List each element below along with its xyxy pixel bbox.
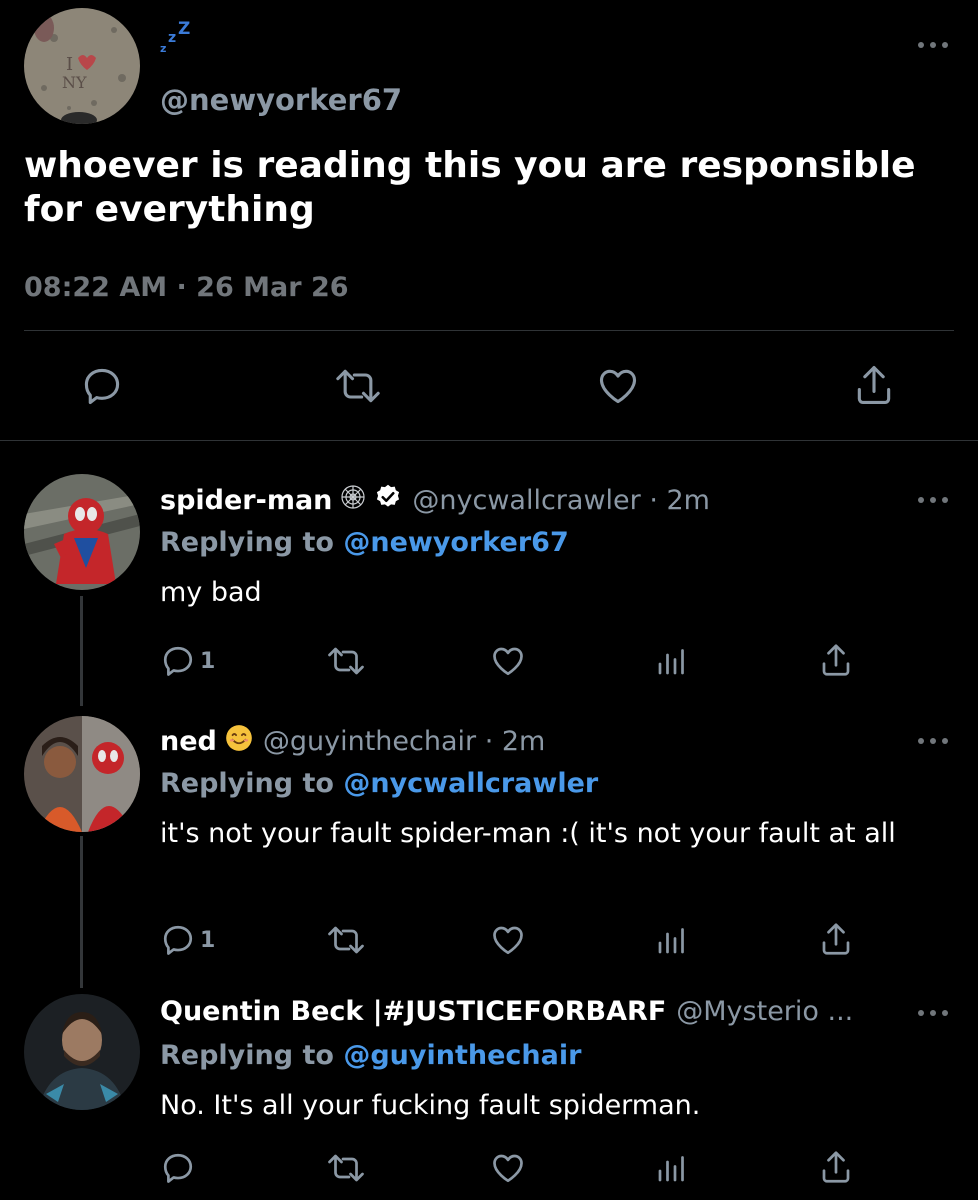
reply-icon[interactable] — [160, 643, 196, 679]
svg-text:z: z — [168, 30, 176, 46]
views-icon[interactable] — [654, 1150, 690, 1186]
reply-text: No. It's all your fucking fault spiderma… — [160, 1090, 701, 1121]
like-icon[interactable] — [490, 643, 526, 679]
replying-to: Replying to @guyinthechair — [160, 1040, 582, 1071]
more-icon[interactable] — [918, 40, 948, 50]
share-icon[interactable] — [818, 641, 854, 679]
share-icon[interactable] — [818, 920, 854, 958]
replying-to: Replying to @newyorker67 — [160, 527, 569, 558]
views-icon[interactable] — [654, 643, 690, 679]
divider — [0, 440, 978, 441]
reply-ned: ned @guyinthechair · 2m Replying to @nyc… — [0, 724, 978, 964]
reply-text: my bad — [160, 577, 262, 608]
replying-to: Replying to @nycwallcrawler — [160, 768, 599, 799]
mention-link[interactable]: @guyinthechair — [343, 1040, 581, 1071]
reply-count: 1 — [200, 649, 216, 674]
avatar-newyorker67[interactable]: I NY — [24, 8, 140, 124]
share-icon[interactable] — [818, 1148, 854, 1186]
reply-action-bar: 1 — [0, 641, 978, 681]
retweet-icon[interactable] — [326, 1150, 366, 1186]
reply-quentin-beck: Quentin Beck |#JUSTICEFORBARF @Mysterio … — [0, 996, 978, 1196]
main-action-bar — [0, 362, 978, 410]
author-handle[interactable]: @newyorker67 — [160, 83, 402, 117]
reply-icon[interactable] — [80, 364, 124, 408]
tweet-timestamp[interactable]: 08:22 AM · 26 Mar 26 — [24, 272, 349, 303]
smile-emoji-icon — [225, 724, 253, 759]
like-icon[interactable] — [596, 364, 640, 408]
tweet-text: whoever is reading this you are responsi… — [24, 145, 916, 230]
reply-text: it's not your fault spider-man :( it's n… — [160, 818, 896, 849]
reply-author-name[interactable]: Quentin Beck |#JUSTICEFORBARF — [160, 996, 666, 1027]
reply-count: 1 — [200, 928, 216, 953]
verified-icon — [374, 483, 402, 518]
views-icon[interactable] — [654, 922, 690, 958]
sleep-emoji-icon: z z Z — [160, 18, 194, 58]
reply-action-bar — [0, 1148, 978, 1188]
like-icon[interactable] — [490, 1150, 526, 1186]
more-icon[interactable] — [918, 1008, 948, 1018]
retweet-icon[interactable] — [326, 643, 366, 679]
reply-author-handle[interactable]: @nycwallcrawler · 2m — [412, 485, 710, 516]
more-icon[interactable] — [918, 495, 948, 505]
reply-author-handle[interactable]: @guyinthechair · 2m — [263, 726, 546, 757]
mention-link[interactable]: @nycwallcrawler — [343, 768, 598, 799]
mention-link[interactable]: @newyorker67 — [343, 527, 568, 558]
svg-text:I: I — [66, 54, 73, 75]
retweet-icon[interactable] — [326, 922, 366, 958]
svg-text:Z: Z — [178, 19, 190, 39]
share-icon[interactable] — [852, 362, 896, 408]
svg-text:z: z — [160, 42, 166, 54]
reply-author-name[interactable]: ned — [160, 726, 217, 757]
reply-author-name[interactable]: spider-man — [160, 485, 332, 516]
more-icon[interactable] — [918, 736, 948, 746]
reply-icon[interactable] — [160, 922, 196, 958]
reply-spider-man: spider-man @nycwallcrawler · 2m Replying… — [0, 483, 978, 693]
reply-action-bar: 1 — [0, 920, 978, 960]
web-icon — [340, 484, 366, 517]
reply-icon[interactable] — [160, 1150, 196, 1186]
reply-author-handle[interactable]: @Mysterio ... — [676, 996, 853, 1027]
like-icon[interactable] — [490, 922, 526, 958]
retweet-icon[interactable] — [334, 364, 382, 408]
divider — [24, 330, 954, 331]
svg-text:NY: NY — [62, 73, 87, 92]
